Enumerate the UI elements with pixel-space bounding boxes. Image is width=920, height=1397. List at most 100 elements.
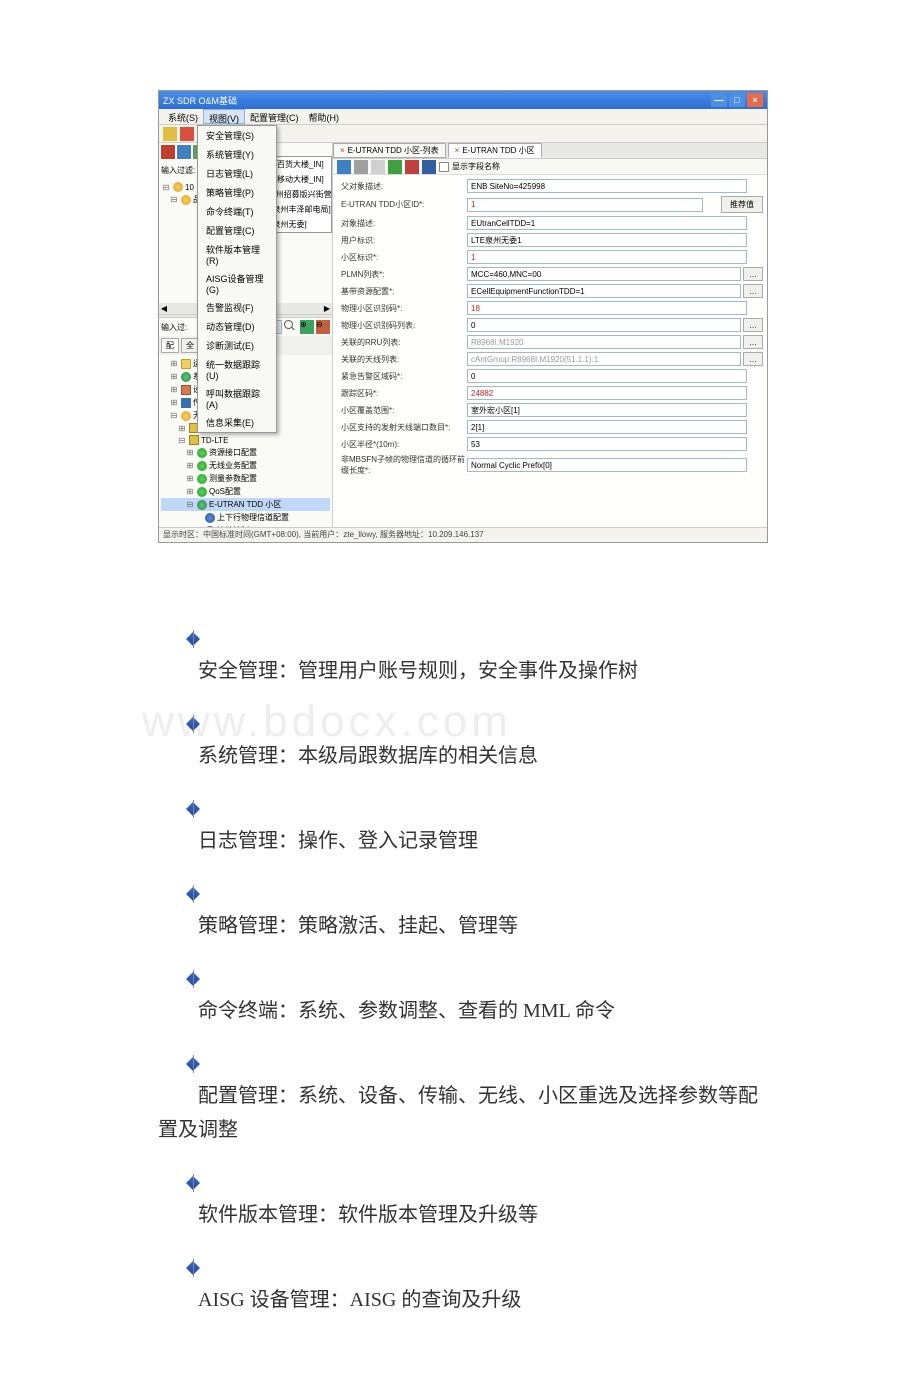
tree-item[interactable]: ⊞资源接口配置 bbox=[161, 446, 330, 459]
scroll-left-icon[interactable]: ◀ bbox=[160, 304, 168, 313]
doc-paragraph: 安全管理：管理用户账号规则，安全事件及操作树 bbox=[158, 654, 768, 688]
view-menu-item[interactable]: 诊断测试(E) bbox=[198, 336, 276, 355]
view-menu-item[interactable]: 系统管理(Y) bbox=[198, 145, 276, 164]
form-label: 用户标识: bbox=[337, 235, 467, 246]
tree-item[interactable]: ⊞QoS配置 bbox=[161, 485, 330, 498]
tree-item[interactable]: 上下行物理信道配置 bbox=[161, 511, 330, 524]
doc-paragraph: AISG 设备管理：AISG 的查询及升级 bbox=[158, 1283, 768, 1317]
form-input[interactable]: 1 bbox=[467, 250, 747, 264]
browse-button[interactable]: … bbox=[743, 318, 763, 332]
menu-system[interactable]: 系统(S) bbox=[163, 109, 203, 124]
filter2-label: 输入过: bbox=[161, 322, 201, 333]
form-row: 对象描述:EUtranCellTDD=1 bbox=[337, 216, 763, 230]
view-menu-item[interactable]: 策略管理(P) bbox=[198, 183, 276, 202]
form-label: PLMN列表*: bbox=[337, 269, 467, 280]
editor-tab[interactable]: ×E-UTRAN TDD 小区-列表 bbox=[333, 143, 446, 158]
diamond-bullet-icon bbox=[186, 1261, 200, 1275]
browse-button[interactable]: … bbox=[743, 284, 763, 298]
form-area: 父对象描述:ENB SiteNo=425998E-UTRAN TDD小区ID*:… bbox=[333, 175, 767, 527]
tree-item[interactable]: 接纳控制 bbox=[161, 524, 330, 527]
form-input[interactable]: 24882 bbox=[467, 386, 747, 400]
view-menu-item[interactable]: 呼叫数据跟踪(A) bbox=[198, 384, 276, 413]
form-input[interactable]: 0 bbox=[467, 369, 747, 383]
statusbar: 显示时区：中国标准时间(GMT+08:00), 当前用户：zte_llowy, … bbox=[159, 527, 767, 542]
tb-export-icon[interactable] bbox=[422, 160, 436, 174]
form-input[interactable]: 18 bbox=[467, 301, 747, 315]
tb-avatar-icon[interactable] bbox=[405, 160, 419, 174]
form-input[interactable]: MCC=460,MNC=00 bbox=[467, 267, 741, 281]
close-filter-icon[interactable] bbox=[161, 145, 175, 159]
toolbar-forward-icon[interactable] bbox=[180, 127, 194, 141]
form-input[interactable]: EUtranCellTDD=1 bbox=[467, 216, 747, 230]
scroll-right-icon[interactable]: ▶ bbox=[323, 304, 331, 313]
refresh-icon[interactable] bbox=[177, 145, 191, 159]
bullet-row bbox=[186, 710, 768, 731]
menu-help[interactable]: 帮助(H) bbox=[304, 109, 345, 124]
form-input[interactable]: 0 bbox=[467, 318, 741, 332]
view-menu-item[interactable]: 命令终端(T) bbox=[198, 202, 276, 221]
view-menu-item[interactable]: 配置管理(C) bbox=[198, 221, 276, 240]
close-tab-icon[interactable]: × bbox=[455, 146, 460, 155]
form-input[interactable]: 1 bbox=[467, 198, 703, 212]
form-input[interactable]: Normal Cyclic Prefix[0] bbox=[467, 458, 747, 472]
view-menu-item[interactable]: 日志管理(L) bbox=[198, 164, 276, 183]
form-label: 小区半径*(10m): bbox=[337, 439, 467, 450]
form-input[interactable]: ECellEquipmentFunctionTDD=1 bbox=[467, 284, 741, 298]
view-menu-item[interactable]: 安全管理(S) bbox=[198, 126, 276, 145]
tb-save-icon[interactable] bbox=[337, 160, 351, 174]
expand-icon[interactable]: ⊕ bbox=[300, 320, 314, 334]
collapse-icon[interactable]: ⊖ bbox=[316, 320, 330, 334]
form-input[interactable]: R8968I.M1920 bbox=[467, 335, 741, 349]
find-icon[interactable] bbox=[284, 320, 298, 334]
bullet-row bbox=[186, 880, 768, 901]
bullet-row bbox=[186, 795, 768, 816]
tb-undo-icon[interactable] bbox=[354, 160, 368, 174]
form-label: 对象描述: bbox=[337, 218, 467, 229]
browse-button[interactable]: … bbox=[743, 267, 763, 281]
form-input[interactable]: cAntGroup:R8968I.M1920(51.1.1):1 bbox=[467, 352, 741, 366]
form-input[interactable]: 室外宏小区[1] bbox=[467, 403, 747, 417]
editor-tabs: ×E-UTRAN TDD 小区-列表×E-UTRAN TDD 小区 bbox=[333, 143, 767, 159]
browse-button[interactable]: … bbox=[743, 352, 763, 366]
form-row: 非MBSFN子帧的物理信道的循环前缀长度*:Normal Cyclic Pref… bbox=[337, 454, 763, 476]
tb-refresh-icon[interactable] bbox=[388, 160, 402, 174]
close-tab-icon[interactable]: × bbox=[340, 146, 345, 155]
form-row: 父对象描述:ENB SiteNo=425998 bbox=[337, 179, 763, 193]
tree-item[interactable]: ⊞无线业务配置 bbox=[161, 459, 330, 472]
window-close-button[interactable]: × bbox=[747, 93, 763, 107]
browse-button[interactable]: … bbox=[743, 335, 763, 349]
form-label: 小区标识*: bbox=[337, 252, 467, 263]
form-label: 跟踪区码*: bbox=[337, 388, 467, 399]
diamond-bullet-icon bbox=[186, 1057, 200, 1071]
form-row: 紧急告警区域码*:0 bbox=[337, 369, 763, 383]
form-label: 小区支持的发射天线端口数目*: bbox=[337, 422, 467, 433]
form-input[interactable]: 53 bbox=[467, 437, 747, 451]
show-field-name-checkbox[interactable] bbox=[439, 162, 449, 172]
bullet-row bbox=[186, 625, 768, 646]
form-input[interactable]: ENB SiteNo=425998 bbox=[467, 179, 747, 193]
window-maximize-button[interactable]: □ bbox=[729, 93, 745, 107]
tree-item[interactable]: ⊟E-UTRAN TDD 小区 bbox=[161, 498, 330, 511]
view-menu-item[interactable]: 信息采集(E) bbox=[198, 413, 276, 432]
doc-paragraph: 命令终端：系统、参数调整、查看的 MML 命令 bbox=[158, 994, 768, 1028]
view-menu-item[interactable]: 软件版本管理(R) bbox=[198, 240, 276, 269]
form-row: 跟踪区码*:24882 bbox=[337, 386, 763, 400]
view-menu-item[interactable]: 告警监视(F) bbox=[198, 298, 276, 317]
recommend-button[interactable]: 推荐值 bbox=[721, 196, 763, 213]
view-menu-item[interactable]: 动态管理(D) bbox=[198, 317, 276, 336]
form-input[interactable]: LTE泉州无委1 bbox=[467, 233, 747, 247]
menu-config[interactable]: 配置管理(C) bbox=[245, 109, 304, 124]
menu-view[interactable]: 视图(V) bbox=[203, 109, 245, 124]
tb-print-icon[interactable] bbox=[371, 160, 385, 174]
form-label: 关联的RRU列表: bbox=[337, 337, 467, 348]
tree-item[interactable]: ⊞测量参数配置 bbox=[161, 472, 330, 485]
form-row: 关联的RRU列表:R8968I.M1920… bbox=[337, 335, 763, 349]
view-menu-item[interactable]: 统一数据跟踪(U) bbox=[198, 355, 276, 384]
tree-item[interactable]: ⊟TD-LTE bbox=[161, 434, 330, 446]
view-menu-item[interactable]: AISG设备管理(G) bbox=[198, 269, 276, 298]
form-input[interactable]: 2[1] bbox=[467, 420, 747, 434]
window-minimize-button[interactable]: — bbox=[711, 93, 727, 107]
toolbar-back-icon[interactable] bbox=[163, 127, 177, 141]
tab-config[interactable]: 配 bbox=[161, 338, 179, 353]
editor-tab[interactable]: ×E-UTRAN TDD 小区 bbox=[448, 143, 542, 158]
